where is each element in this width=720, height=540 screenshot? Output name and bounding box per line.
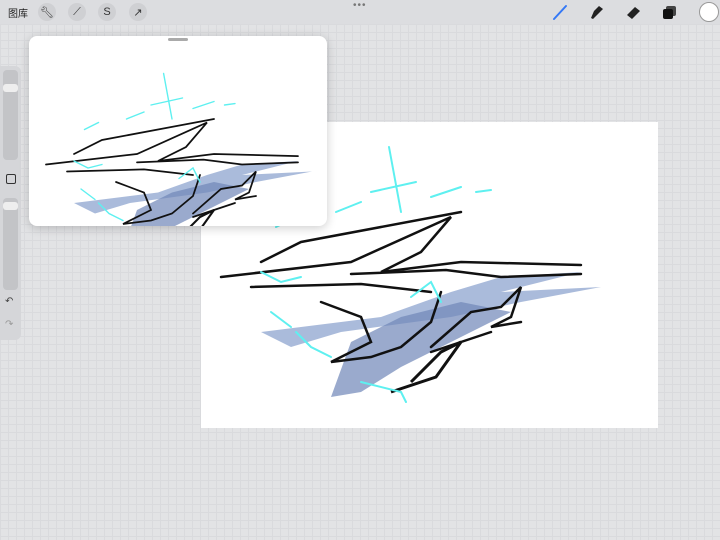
slider-knob[interactable] — [3, 84, 18, 92]
transform-arrow-icon[interactable]: ↗ — [129, 3, 147, 21]
slider-knob[interactable] — [3, 202, 18, 210]
sidebar: ↶ ↷ — [0, 66, 21, 340]
gallery-button[interactable]: 图库 — [8, 5, 28, 20]
opacity-slider[interactable] — [3, 198, 18, 290]
brush-size-slider[interactable] — [3, 70, 18, 160]
redo-icon[interactable]: ↷ — [5, 319, 13, 330]
more-dots-icon[interactable]: ••• — [353, 0, 367, 11]
layers-icon[interactable] — [661, 3, 679, 21]
reference-window[interactable] — [29, 36, 327, 226]
top-toolbar: 图库 🔧︎ ⟋ S ↗ ••• — [0, 0, 720, 24]
brush-icon[interactable] — [551, 3, 569, 21]
smudge-icon[interactable] — [587, 3, 605, 21]
color-swatch[interactable] — [699, 2, 719, 22]
modify-square-icon[interactable] — [6, 174, 16, 184]
eraser-icon[interactable] — [624, 3, 642, 21]
undo-icon[interactable]: ↶ — [5, 296, 13, 307]
magic-wand-icon[interactable]: ⟋ — [68, 3, 86, 21]
wrench-icon[interactable]: 🔧︎ — [38, 3, 56, 21]
selection-icon[interactable]: S — [98, 3, 116, 21]
